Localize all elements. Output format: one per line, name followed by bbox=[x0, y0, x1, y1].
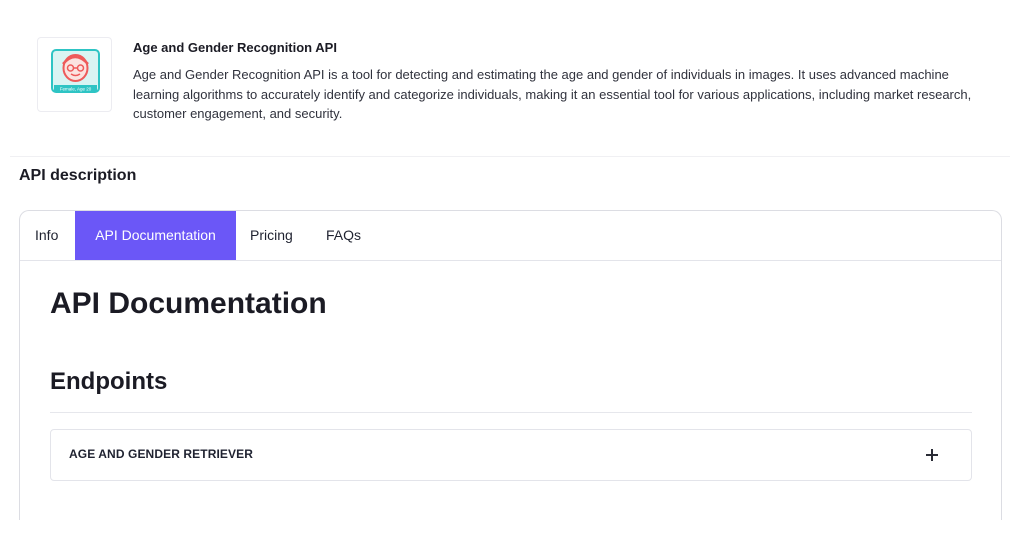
api-logo: Female, Age 20 bbox=[37, 37, 112, 112]
endpoint-label: AGE AND GENDER RETRIEVER bbox=[69, 447, 253, 461]
tab-info[interactable]: Info bbox=[35, 211, 58, 260]
endpoints-heading: Endpoints bbox=[50, 368, 168, 395]
endpoint-accordion-item[interactable]: AGE AND GENDER RETRIEVER bbox=[50, 429, 972, 481]
api-doc-card: Info API Documentation Pricing FAQs API … bbox=[19, 210, 1002, 520]
doc-heading: API Documentation bbox=[50, 287, 327, 320]
tab-bar: Info API Documentation Pricing FAQs bbox=[20, 211, 1001, 261]
api-summary: Age and Gender Recognition API is a tool… bbox=[133, 67, 972, 121]
tab-faqs[interactable]: FAQs bbox=[326, 211, 361, 260]
api-header: Female, Age 20 Age and Gender Recognitio… bbox=[0, 0, 1024, 157]
tab-api-documentation[interactable]: API Documentation bbox=[75, 211, 236, 260]
header-divider bbox=[10, 156, 1010, 157]
api-title: Age and Gender Recognition API bbox=[133, 40, 337, 55]
endpoints-divider bbox=[50, 412, 972, 413]
logo-caption: Female, Age 20 bbox=[60, 87, 92, 92]
section-title: API description bbox=[19, 167, 137, 184]
face-recognition-icon: Female, Age 20 bbox=[51, 49, 100, 93]
tab-pricing[interactable]: Pricing bbox=[250, 211, 293, 260]
plus-icon[interactable] bbox=[924, 447, 940, 463]
